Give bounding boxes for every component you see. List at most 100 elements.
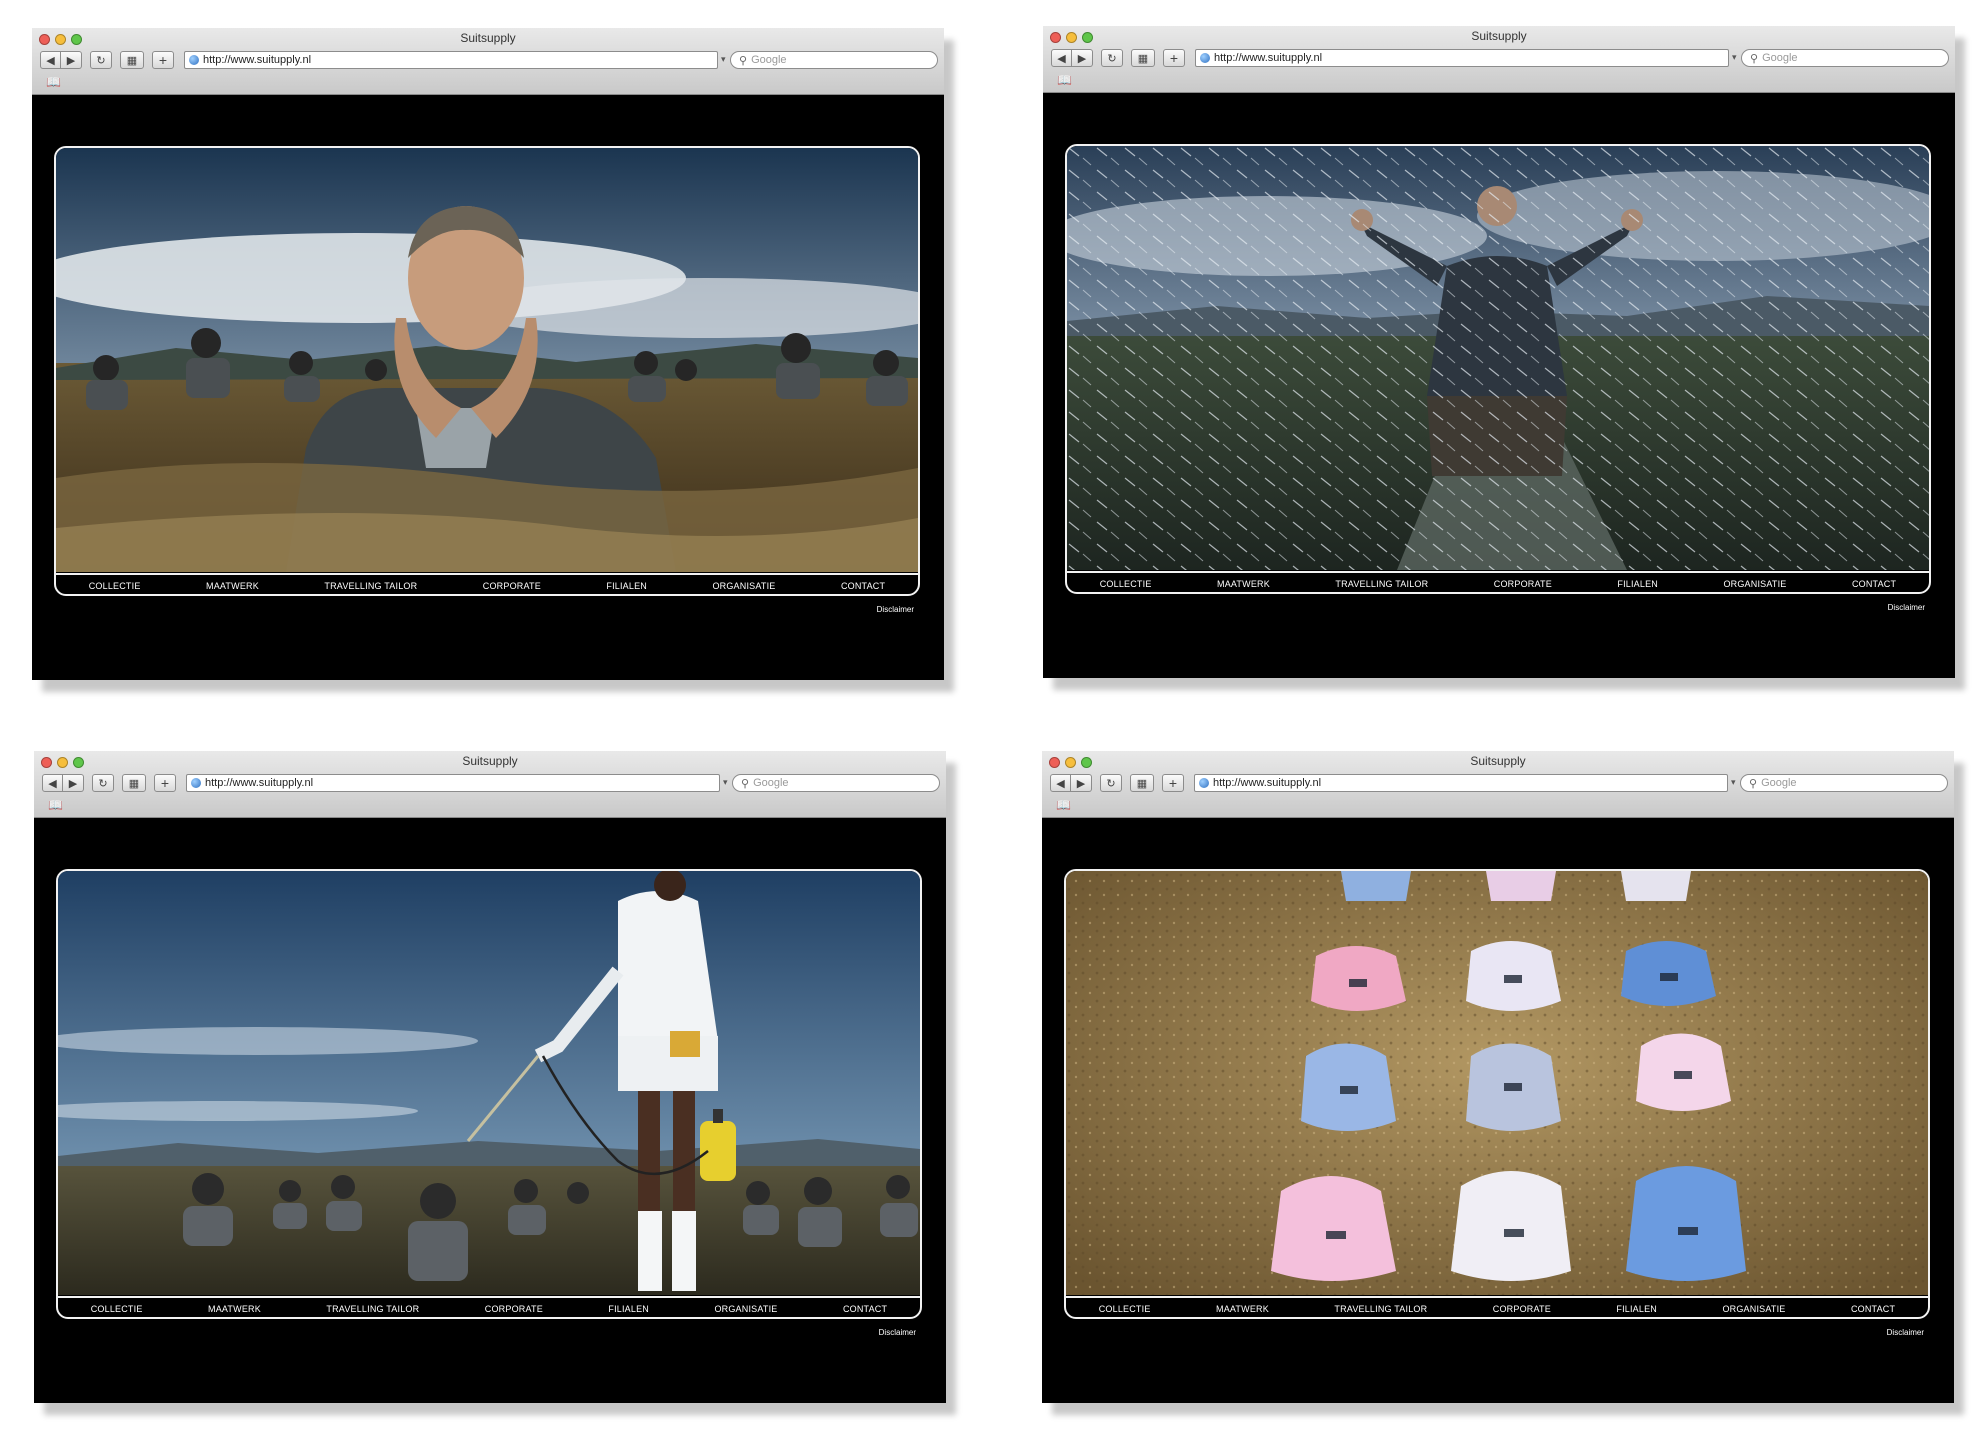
nav-collectie[interactable]: COLLECTIE	[89, 581, 141, 591]
nav-filialen[interactable]: FILIALEN	[1616, 1304, 1657, 1314]
nav-maatwerk[interactable]: MAATWERK	[206, 581, 259, 591]
nav-maatwerk[interactable]: MAATWERK	[208, 1304, 261, 1314]
search-field[interactable]: ⚲ Google	[732, 774, 940, 792]
nav-travelling-tailor[interactable]: TRAVELLING TAILOR	[1334, 1304, 1427, 1314]
search-placeholder: Google	[1761, 777, 1797, 789]
shirt-collars-photo	[1066, 871, 1928, 1295]
forward-button[interactable]: ▶	[1071, 774, 1092, 792]
browser-toolbar: ◀ ▶ ↻ ▦ + http://www.suitupply.nl ▾ ⚲ Goo…	[1042, 773, 1954, 795]
address-bar-url: http://www.suitupply.nl	[203, 54, 312, 66]
search-placeholder: Google	[753, 777, 789, 789]
nav-filialen[interactable]: FILIALEN	[1617, 579, 1658, 589]
site-frame: COLLECTIE MAATWERK TRAVELLING TAILOR COR…	[56, 869, 922, 1319]
nav-maatwerk[interactable]: MAATWERK	[1217, 579, 1270, 589]
forward-button[interactable]: ▶	[63, 774, 84, 792]
bookmarks-book-icon[interactable]: 📖	[1056, 798, 1071, 812]
back-button[interactable]: ◀	[1050, 774, 1071, 792]
search-placeholder: Google	[751, 54, 787, 66]
reload-button[interactable]: ↻	[1101, 49, 1123, 67]
browser-toolbar: ◀ ▶ ↻ ▦ + http://www.suitupply.nl ▾ ⚲ Goo…	[1043, 48, 1955, 70]
disclaimer-link[interactable]: Disclaimer	[879, 1328, 916, 1337]
search-field[interactable]: ⚲ Google	[1741, 49, 1949, 67]
nav-travelling-tailor[interactable]: TRAVELLING TAILOR	[326, 1304, 419, 1314]
nav-maatwerk[interactable]: MAATWERK	[1216, 1304, 1269, 1314]
nav-corporate[interactable]: CORPORATE	[485, 1304, 543, 1314]
globe-icon	[1200, 53, 1210, 63]
address-bar[interactable]: http://www.suitupply.nl	[1195, 49, 1729, 67]
nav-corporate[interactable]: CORPORATE	[1494, 579, 1552, 589]
disclaimer-link[interactable]: Disclaimer	[1888, 603, 1925, 612]
back-button[interactable]: ◀	[1051, 49, 1072, 67]
back-arrow-icon: ◀	[1057, 52, 1066, 65]
back-button[interactable]: ◀	[42, 774, 63, 792]
nav-organisatie[interactable]: ORGANISATIE	[1722, 1304, 1785, 1314]
nav-travelling-tailor[interactable]: TRAVELLING TAILOR	[324, 581, 417, 591]
forward-button[interactable]: ▶	[61, 51, 82, 69]
add-bookmark-icon: +	[160, 775, 170, 791]
disclaimer-link[interactable]: Disclaimer	[1887, 1328, 1924, 1337]
back-button[interactable]: ◀	[40, 51, 61, 69]
address-dropdown-icon[interactable]: ▾	[723, 777, 728, 788]
woman-spraying-men-photo	[58, 871, 920, 1295]
nav-filialen[interactable]: FILIALEN	[608, 1304, 649, 1314]
address-dropdown-icon[interactable]: ▾	[721, 54, 726, 65]
add-bookmark-button[interactable]: +	[154, 774, 176, 792]
browser-chrome: Suitsupply ◀ ▶ ↻ ▦ + http://www.suituppl…	[1043, 26, 1955, 93]
nav-organisatie[interactable]: ORGANISATIE	[714, 1304, 777, 1314]
nav-contact[interactable]: CONTACT	[841, 581, 885, 591]
nav-organisatie[interactable]: ORGANISATIE	[712, 581, 775, 591]
nav-organisatie[interactable]: ORGANISATIE	[1723, 579, 1786, 589]
site-frame: COLLECTIE MAATWERK TRAVELLING TAILOR COR…	[54, 146, 920, 596]
address-bar[interactable]: http://www.suitupply.nl	[184, 51, 718, 69]
back-arrow-icon: ◀	[1056, 777, 1065, 790]
add-bookmark-button[interactable]: +	[1163, 49, 1185, 67]
bookmarks-book-icon[interactable]: 📖	[1057, 73, 1072, 87]
nav-corporate[interactable]: CORPORATE	[1493, 1304, 1551, 1314]
add-bookmark-button[interactable]: +	[152, 51, 174, 69]
address-bar-url: http://www.suitupply.nl	[205, 777, 314, 789]
address-bar[interactable]: http://www.suitupply.nl	[1194, 774, 1728, 792]
page-content: COLLECTIE MAATWERK TRAVELLING TAILOR COR…	[34, 818, 946, 1403]
reload-button[interactable]: ↻	[90, 51, 112, 69]
nav-collectie[interactable]: COLLECTIE	[1100, 579, 1152, 589]
nav-collectie[interactable]: COLLECTIE	[91, 1304, 143, 1314]
search-field[interactable]: ⚲ Google	[730, 51, 938, 69]
add-bookmark-icon: +	[158, 52, 168, 68]
nav-filialen[interactable]: FILIALEN	[606, 581, 647, 591]
bookmarks-book-icon[interactable]: 📖	[48, 798, 63, 812]
site-nav: COLLECTIE MAATWERK TRAVELLING TAILOR COR…	[1066, 1296, 1928, 1317]
nav-contact[interactable]: CONTACT	[843, 1304, 887, 1314]
reload-icon: ↻	[1107, 52, 1117, 65]
window-title: Suitsupply	[462, 754, 518, 768]
reload-button[interactable]: ↻	[92, 774, 114, 792]
add-bookmark-button[interactable]: +	[1162, 774, 1184, 792]
tab-overview-button[interactable]: ▦	[1131, 49, 1155, 67]
nav-corporate[interactable]: CORPORATE	[483, 581, 541, 591]
browser-window: Suitsupply ◀ ▶ ↻ ▦ + http://www.suituppl…	[1043, 26, 1955, 678]
tab-overview-button[interactable]: ▦	[122, 774, 146, 792]
address-dropdown-icon[interactable]: ▾	[1732, 52, 1737, 63]
address-dropdown-icon[interactable]: ▾	[1731, 777, 1736, 788]
forward-arrow-icon: ▶	[1076, 777, 1086, 790]
tab-overview-button[interactable]: ▦	[120, 51, 144, 69]
tab-overview-button[interactable]: ▦	[1130, 774, 1154, 792]
disclaimer-link[interactable]: Disclaimer	[877, 605, 914, 614]
nav-travelling-tailor[interactable]: TRAVELLING TAILOR	[1335, 579, 1428, 589]
magnifier-icon: ⚲	[1750, 52, 1759, 65]
reload-button[interactable]: ↻	[1100, 774, 1122, 792]
man-in-rain-photo	[1067, 146, 1929, 570]
nav-contact[interactable]: CONTACT	[1851, 1304, 1895, 1314]
globe-icon	[1199, 778, 1209, 788]
forward-button[interactable]: ▶	[1072, 49, 1093, 67]
hero-photo	[58, 871, 920, 1295]
nav-contact[interactable]: CONTACT	[1852, 579, 1896, 589]
hero-photo	[1066, 871, 1928, 1295]
title-bar: Suitsupply	[34, 751, 946, 771]
search-field[interactable]: ⚲ Google	[1740, 774, 1948, 792]
forward-arrow-icon: ▶	[68, 777, 78, 790]
browser-window: Suitsupply ◀ ▶ ↻ ▦ + http://www.suituppl…	[34, 751, 946, 1403]
address-bar[interactable]: http://www.suitupply.nl	[186, 774, 720, 792]
back-arrow-icon: ◀	[46, 54, 55, 67]
bookmarks-book-icon[interactable]: 📖	[46, 75, 61, 89]
nav-collectie[interactable]: COLLECTIE	[1099, 1304, 1151, 1314]
